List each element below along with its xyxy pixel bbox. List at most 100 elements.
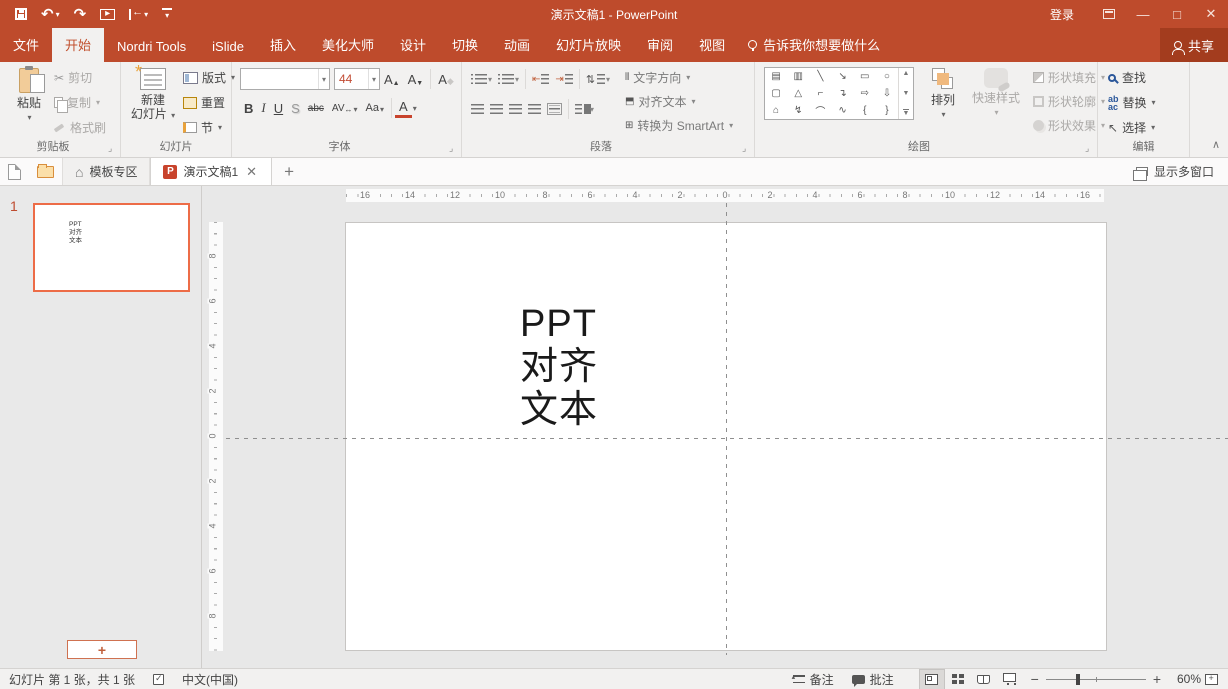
tab-design[interactable]: 设计 (387, 28, 439, 62)
language-button[interactable]: 中文(中国) (173, 669, 247, 689)
zoom-percentage[interactable]: 60% (1169, 672, 1201, 686)
decrease-font-size-button[interactable]: A▼ (404, 70, 428, 89)
strikethrough-button[interactable]: abc (304, 101, 328, 116)
shape-elbow-connector[interactable]: ⌐ (809, 85, 831, 102)
shapes-more-icon[interactable]: ▼ (903, 109, 910, 117)
font-name-input[interactable] (241, 69, 318, 89)
tab-meihua-dashi[interactable]: 美化大师 (309, 28, 387, 62)
shape-arrow[interactable]: ↘ (831, 68, 853, 85)
spellcheck-button[interactable] (144, 669, 173, 689)
tab-review[interactable]: 审阅 (634, 28, 686, 62)
slide-counter[interactable]: 幻灯片 第 1 张，共 1 张 (0, 669, 144, 689)
zoom-in-button[interactable]: + (1153, 672, 1161, 686)
slide-sorter-view-button[interactable] (945, 669, 971, 689)
tab-islide[interactable]: iSlide (199, 32, 257, 62)
close-button[interactable]: ✕ (1194, 0, 1228, 28)
shape-down-block-arrow[interactable]: ⇩ (876, 85, 898, 102)
share-button[interactable]: 共享 (1160, 28, 1228, 62)
shape-scribble[interactable]: ↯ (787, 102, 809, 119)
font-size-combobox[interactable]: 44 ▾ (334, 68, 380, 90)
underline-button[interactable]: U (270, 99, 287, 118)
tab-insert[interactable]: 插入 (257, 28, 309, 62)
shape-oval[interactable]: ○ (876, 68, 898, 85)
clipboard-dialog-launcher[interactable]: ⌟ (108, 144, 117, 153)
tab-transitions[interactable]: 切换 (439, 28, 491, 62)
cut-button[interactable]: ✂剪切 (54, 69, 106, 86)
arrange-button[interactable]: 排列 ▾ (923, 66, 963, 119)
comments-button[interactable]: 批注 (843, 669, 903, 689)
drawing-dialog-launcher[interactable]: ⌟ (1085, 144, 1094, 153)
bold-button[interactable]: B (240, 99, 257, 118)
copy-button[interactable]: 复制▾ (54, 94, 106, 111)
columns-button[interactable]: ▾ (572, 101, 597, 117)
shape-left-brace[interactable]: { (854, 102, 876, 119)
template-zone-tab[interactable]: ⌂ 模板专区 (62, 158, 150, 185)
start-slideshow-button[interactable] (95, 7, 120, 22)
shape-vertical-text-box[interactable]: ▥ (787, 68, 809, 85)
shape-right-brace[interactable]: } (876, 102, 898, 119)
shape-effects-button[interactable]: 形状效果▾ (1033, 117, 1105, 134)
shape-fill-button[interactable]: 形状填充▾ (1033, 69, 1105, 86)
reset-button[interactable]: 重置 (183, 94, 235, 111)
find-button[interactable]: 查找 (1108, 69, 1156, 86)
align-text-button[interactable]: ⬒对齐文本▾ (625, 93, 733, 110)
maximize-button[interactable]: □ (1160, 0, 1194, 28)
zoom-out-button[interactable]: − (1031, 672, 1039, 686)
clear-formatting-button[interactable]: A◆ (434, 70, 458, 89)
shape-rectangle[interactable]: ▭ (854, 68, 876, 85)
shape-triangle[interactable]: △ (787, 85, 809, 102)
align-left-button[interactable] (468, 101, 487, 117)
decrease-indent-button[interactable]: ⇤ (529, 71, 552, 88)
shape-freeform[interactable]: ⌂ (765, 102, 787, 119)
new-tab-button[interactable]: + (272, 162, 306, 182)
open-folder-button[interactable] (29, 158, 62, 185)
increase-font-size-button[interactable]: A▲ (380, 70, 404, 89)
paragraph-dialog-launcher[interactable]: ⌟ (742, 144, 751, 153)
shape-arc[interactable]: ⌒ (809, 102, 831, 119)
slideshow-from-beginning-button[interactable]: ▾ (124, 7, 153, 22)
bullets-button[interactable]: ▾ (468, 71, 495, 87)
text-direction-button[interactable]: ⫴文字方向▾ (625, 69, 733, 86)
shape-outline-button[interactable]: 形状轮廓▾ (1033, 93, 1105, 110)
minimize-button[interactable]: — (1126, 0, 1160, 28)
tell-me-button[interactable]: 告诉我你想要做什么 (738, 28, 892, 62)
zoom-slider[interactable] (1046, 679, 1146, 680)
horizontal-guide[interactable] (226, 438, 1228, 439)
select-button[interactable]: ↖选择▾ (1108, 119, 1156, 136)
customize-qat-button[interactable]: ▾ (157, 6, 177, 22)
font-name-combobox[interactable]: ▾ (240, 68, 330, 90)
align-center-button[interactable] (487, 101, 506, 117)
distribute-button[interactable] (544, 100, 565, 118)
redo-button[interactable]: ↷ (69, 5, 92, 24)
section-button[interactable]: 节▾ (183, 119, 235, 136)
ribbon-display-options-button[interactable] (1092, 0, 1126, 28)
slide-text-block[interactable]: PPT 对齐 文本 (520, 303, 598, 432)
change-case-button[interactable]: Aa▾ (362, 100, 388, 116)
shape-text-box[interactable]: ▤ (765, 68, 787, 85)
document-tab[interactable]: P 演示文稿1 ✕ (150, 158, 272, 185)
shapes-gallery-scrollbar[interactable]: ▲ ▼ ▼ (898, 68, 913, 119)
character-spacing-button[interactable]: AV↔▾ (328, 101, 362, 116)
tab-view[interactable]: 视图 (686, 28, 738, 62)
new-document-button[interactable] (0, 158, 29, 185)
save-button[interactable] (10, 6, 32, 22)
italic-button[interactable]: I (257, 98, 269, 118)
undo-button[interactable]: ↶▾ (36, 5, 65, 24)
shape-line[interactable]: ╲ (809, 68, 831, 85)
shape-elbow-arrow-connector[interactable]: ↴ (831, 85, 853, 102)
zoom-slider-thumb[interactable] (1076, 674, 1080, 685)
normal-view-button[interactable] (919, 669, 945, 689)
shape-curve[interactable]: ∿ (831, 102, 853, 119)
slide-thumbnail[interactable]: PPT 对齐 文本 (33, 203, 190, 292)
quick-styles-button[interactable]: 快速样式 ▾ (965, 66, 1027, 117)
sign-in-button[interactable]: 登录 (1032, 6, 1092, 23)
notes-button[interactable]: 备注 (784, 669, 843, 689)
shape-right-block-arrow[interactable]: ⇨ (854, 85, 876, 102)
replace-button[interactable]: abac替换▾ (1108, 94, 1156, 111)
font-color-button[interactable]: A (395, 98, 412, 118)
vertical-guide[interactable] (726, 203, 727, 655)
reading-view-button[interactable] (971, 669, 997, 689)
paste-button[interactable]: 粘贴 ▾ (8, 66, 50, 122)
layout-button[interactable]: 版式▾ (183, 69, 235, 86)
numbering-button[interactable]: ▾ (495, 71, 522, 87)
